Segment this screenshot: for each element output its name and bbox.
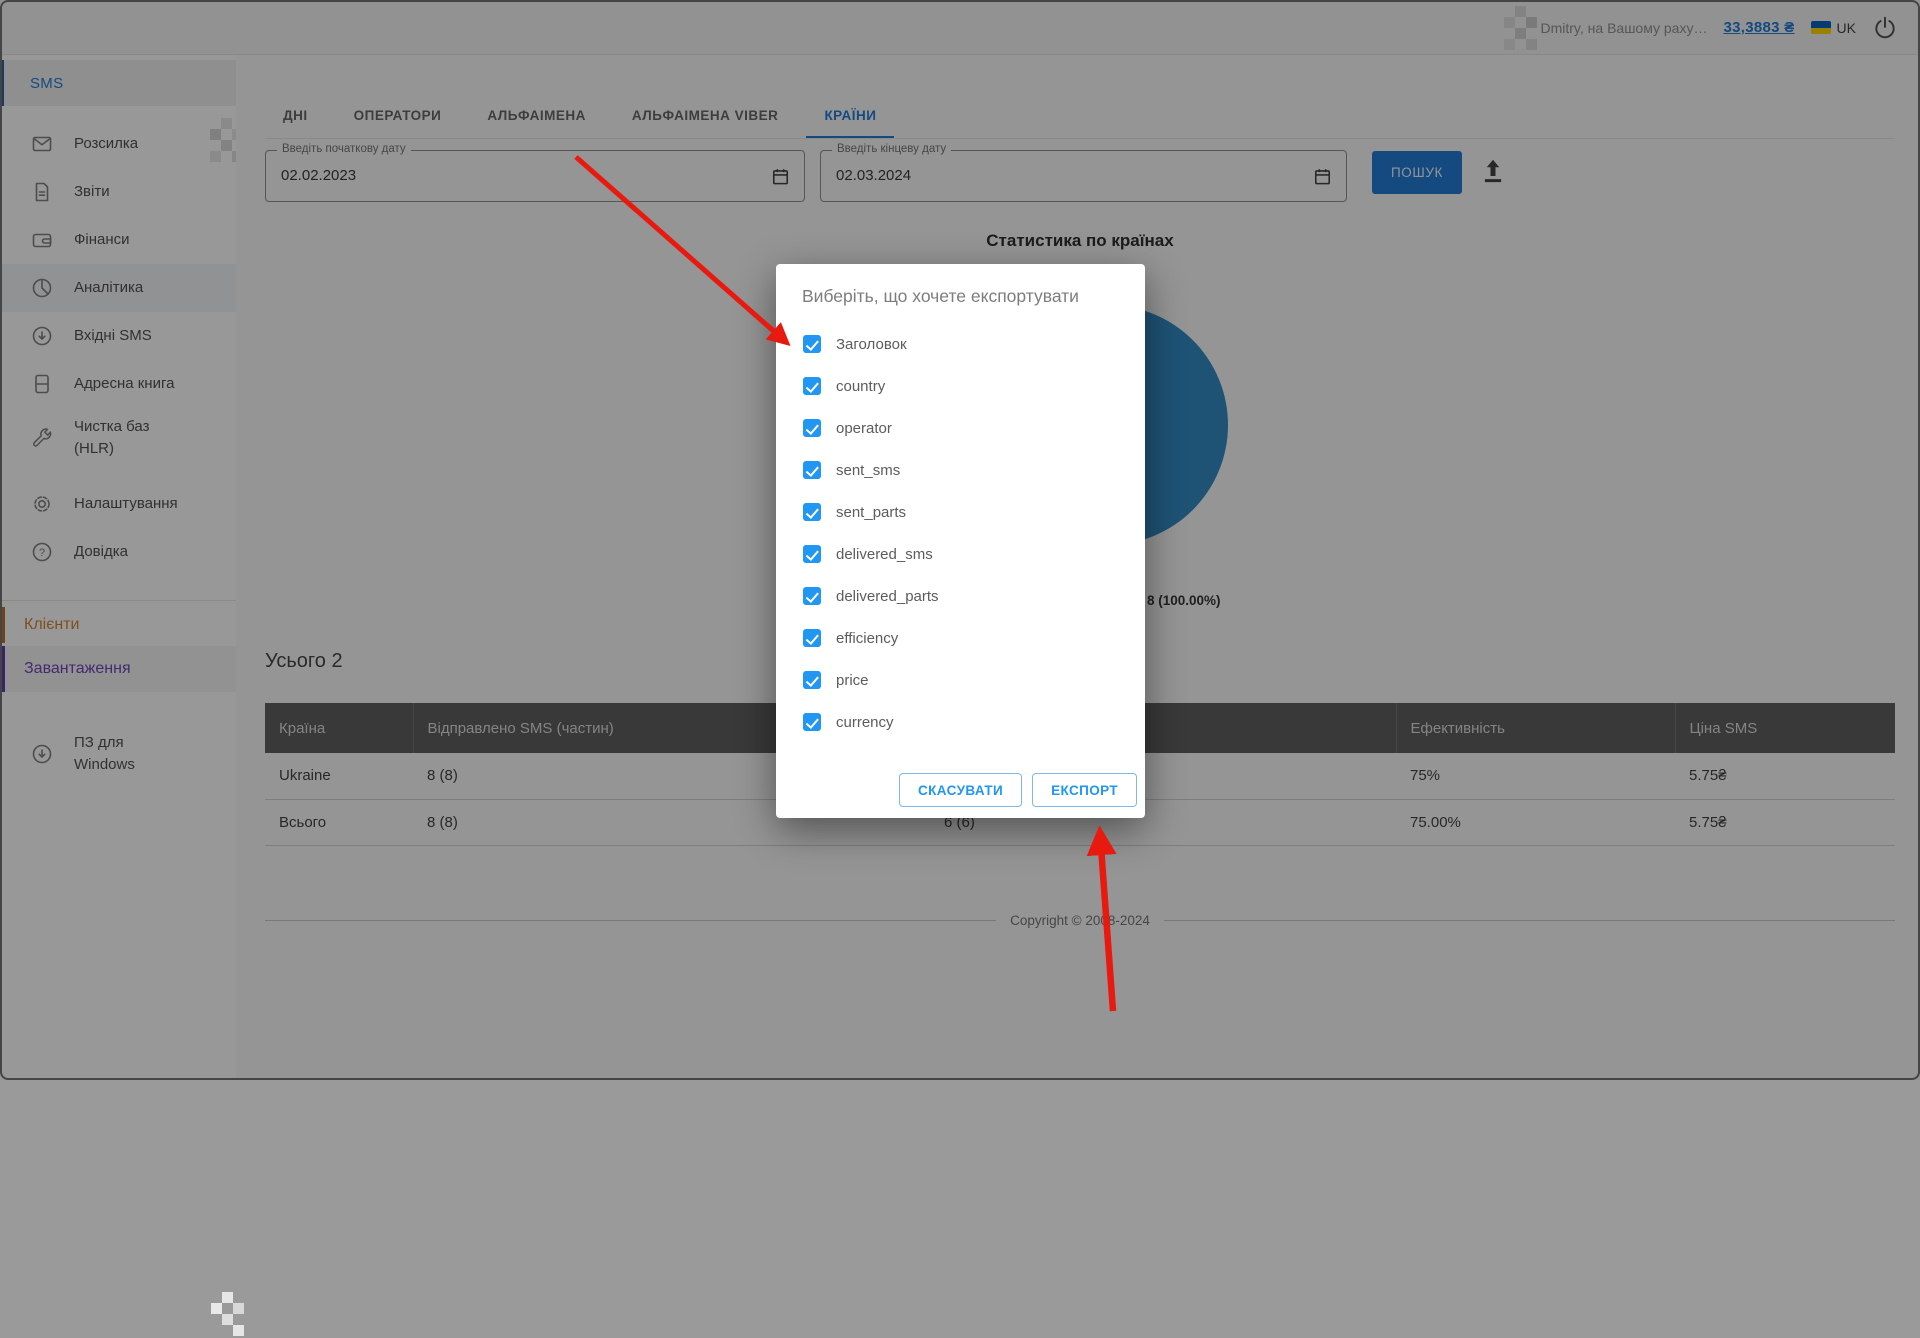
checkbox-checked-icon[interactable] — [803, 461, 821, 479]
checkbox-checked-icon[interactable] — [803, 503, 821, 521]
dialog-actions: СКАСУВАТИ ЕКСПОРТ — [899, 773, 1137, 807]
export-option-label: delivered_sms — [836, 546, 933, 563]
export-option-sent-parts[interactable]: sent_parts — [776, 491, 1145, 533]
export-option-delivered-parts[interactable]: delivered_parts — [776, 575, 1145, 617]
checkbox-checked-icon[interactable] — [803, 671, 821, 689]
cancel-button[interactable]: СКАСУВАТИ — [899, 773, 1022, 807]
checkbox-checked-icon[interactable] — [803, 335, 821, 353]
checkbox-checked-icon[interactable] — [803, 587, 821, 605]
export-dialog: Виберіть, що хочете експортувати Заголов… — [776, 264, 1145, 818]
export-option-currency[interactable]: currency — [776, 701, 1145, 743]
export-option-label: Заголовок — [836, 336, 907, 353]
export-option-label: price — [836, 672, 869, 689]
checkbox-checked-icon[interactable] — [803, 419, 821, 437]
export-option-label: efficiency — [836, 630, 898, 647]
export-option-label: sent_sms — [836, 462, 900, 479]
checkbox-checked-icon[interactable] — [803, 377, 821, 395]
export-option-label: sent_parts — [836, 504, 906, 521]
export-option-label: country — [836, 378, 885, 395]
export-option-заголовок[interactable]: Заголовок — [776, 323, 1145, 365]
export-option-efficiency[interactable]: efficiency — [776, 617, 1145, 659]
export-option-operator[interactable]: operator — [776, 407, 1145, 449]
dialog-title: Виберіть, що хочете експортувати — [776, 264, 1145, 313]
export-option-country[interactable]: country — [776, 365, 1145, 407]
export-button[interactable]: ЕКСПОРТ — [1032, 773, 1137, 807]
export-option-sent-sms[interactable]: sent_sms — [776, 449, 1145, 491]
export-option-price[interactable]: price — [776, 659, 1145, 701]
pixel-decoration — [199, 1292, 245, 1338]
export-options-list: Заголовок country operator sent_sms sent… — [776, 323, 1145, 743]
checkbox-checked-icon[interactable] — [803, 629, 821, 647]
checkbox-checked-icon[interactable] — [803, 545, 821, 563]
export-option-delivered-sms[interactable]: delivered_sms — [776, 533, 1145, 575]
export-option-label: currency — [836, 714, 894, 731]
export-option-label: delivered_parts — [836, 588, 939, 605]
export-option-label: operator — [836, 420, 892, 437]
checkbox-checked-icon[interactable] — [803, 713, 821, 731]
